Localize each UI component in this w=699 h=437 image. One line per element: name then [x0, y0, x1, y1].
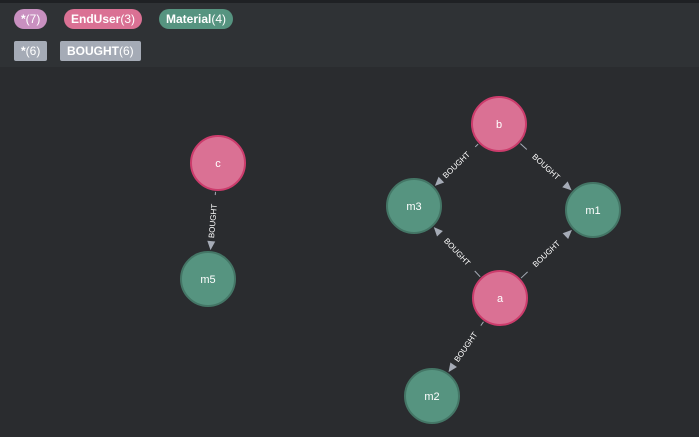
node-caption: m3 — [406, 201, 421, 213]
node-c[interactable]: c — [191, 136, 245, 190]
node-caption: b — [496, 119, 502, 131]
legend-label-material[interactable]: Material(4) — [159, 9, 233, 29]
arrowhead-icon — [207, 241, 215, 250]
node-caption: m1 — [585, 205, 600, 217]
relationship-line — [521, 272, 528, 278]
relationship-b-m3[interactable]: BOUGHT — [435, 144, 478, 186]
relationship-label: BOUGHT — [530, 152, 561, 182]
node-caption: m2 — [424, 391, 439, 403]
node-caption: c — [215, 158, 221, 170]
graph-canvas[interactable]: BOUGHT BOUGHT BOUGHT BOUGHT BOUGHT BOUGHT c m5… — [0, 67, 699, 432]
node-caption: m5 — [200, 274, 215, 286]
relationship-label: BOUGHT — [207, 203, 219, 238]
edges-layer: BOUGHT BOUGHT BOUGHT BOUGHT BOUGHT BOUGHT — [207, 144, 572, 373]
arrowhead-icon — [562, 181, 571, 190]
relationship-line — [520, 144, 526, 150]
relationship-a-m2[interactable]: BOUGHT — [449, 322, 484, 372]
node-b[interactable]: b — [472, 97, 526, 151]
relationship-label: BOUGHT — [453, 330, 480, 363]
arrowhead-icon — [435, 177, 444, 186]
nodes-layer: c m5 b m3 m1 a m2 — [181, 97, 620, 423]
relationship-c-m5[interactable]: BOUGHT — [207, 192, 219, 250]
relationship-line — [475, 144, 478, 147]
relationship-a-m3[interactable]: BOUGHT — [434, 227, 480, 277]
relationship-a-m1[interactable]: BOUGHT — [521, 230, 572, 278]
arrowhead-icon — [449, 362, 457, 372]
arrowhead-icon — [434, 227, 443, 236]
node-a[interactable]: a — [473, 271, 527, 325]
legend-panel: *(7) EndUser(3) Material(4) *(6) BOUGHT(… — [0, 3, 699, 67]
relationship-line — [481, 322, 484, 326]
legend-rel-all[interactable]: *(6) — [14, 41, 47, 61]
relationship-line — [475, 271, 480, 277]
relationship-b-m1[interactable]: BOUGHT — [520, 144, 571, 191]
legend-label-all[interactable]: *(7) — [14, 9, 47, 29]
node-m1[interactable]: m1 — [566, 183, 620, 237]
node-m2[interactable]: m2 — [405, 369, 459, 423]
node-m5[interactable]: m5 — [181, 252, 235, 306]
arrowhead-icon — [563, 230, 572, 239]
node-m3[interactable]: m3 — [387, 179, 441, 233]
legend-label-enduser[interactable]: EndUser(3) — [64, 9, 142, 29]
relationship-label: BOUGHT — [441, 150, 472, 180]
graph-svg[interactable]: BOUGHT BOUGHT BOUGHT BOUGHT BOUGHT BOUGHT c m5… — [0, 67, 699, 432]
node-caption: a — [497, 293, 504, 305]
legend-rel-bought[interactable]: BOUGHT(6) — [60, 41, 141, 61]
relationship-label: BOUGHT — [442, 236, 472, 267]
relationship-label: BOUGHT — [531, 239, 562, 269]
